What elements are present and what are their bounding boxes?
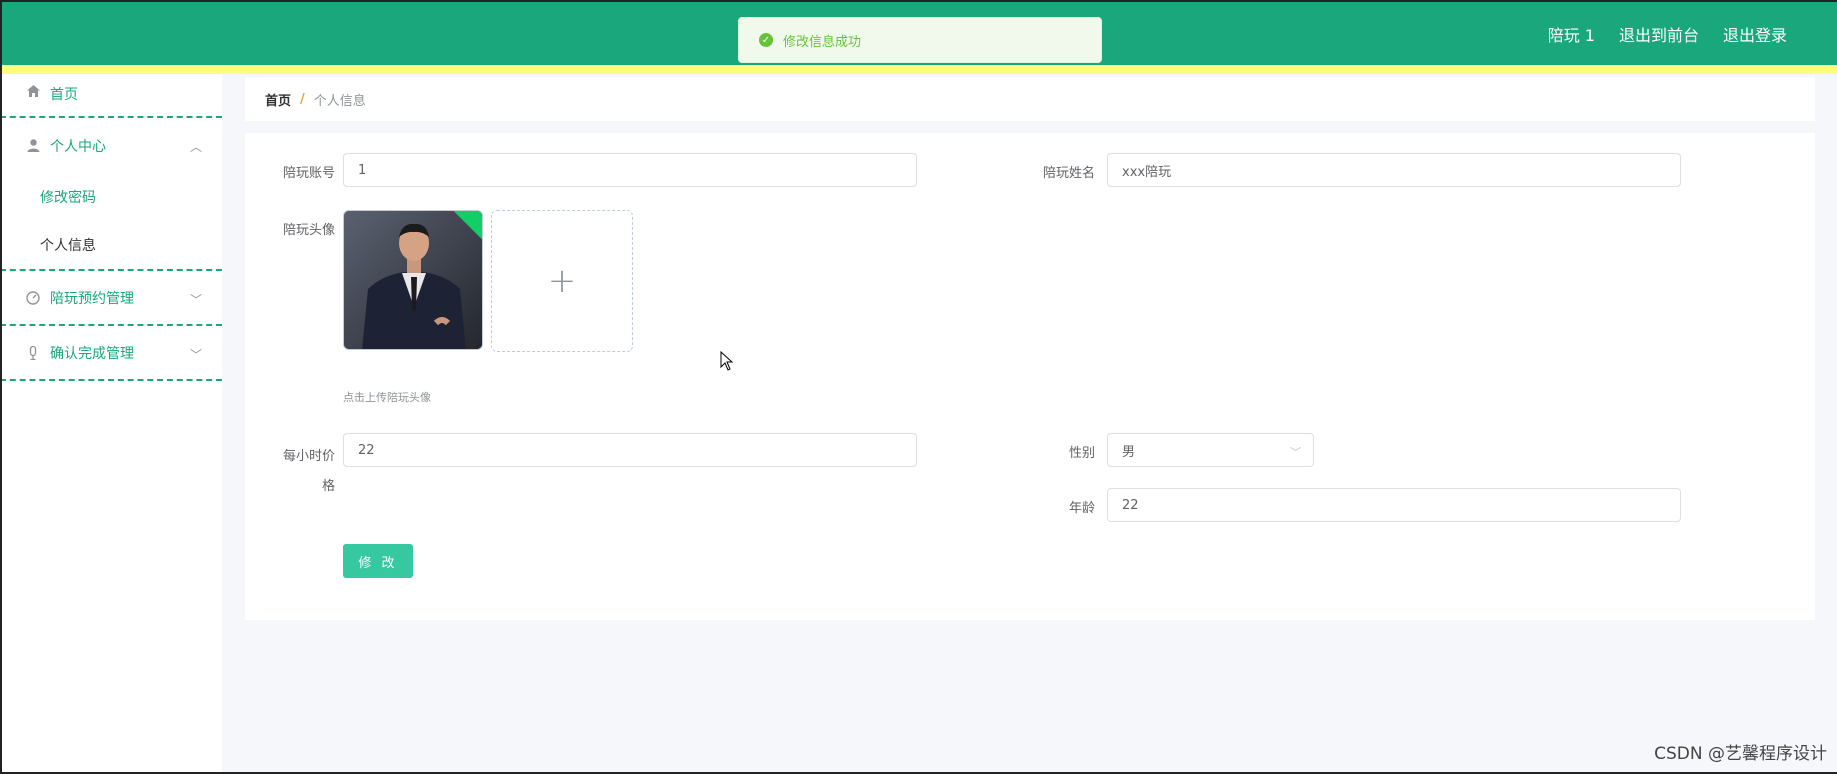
avatar-image[interactable]: ✓	[343, 210, 483, 350]
submit-button[interactable]: 修 改	[343, 544, 413, 578]
microphone-icon	[26, 345, 40, 360]
sidebar-item-confirm-management[interactable]: 确认完成管理 ﹀	[0, 326, 222, 381]
upload-tip: 点击上传陪玩头像	[343, 391, 431, 404]
breadcrumb-separator: /	[300, 91, 305, 107]
sidebar-item-personal-info[interactable]: 个人信息	[0, 221, 222, 269]
age-label: 年龄	[1068, 501, 1095, 516]
exit-to-front-link[interactable]: 退出到前台	[1619, 22, 1699, 46]
personal-center-submenu: 修改密码 个人信息	[0, 173, 222, 271]
home-icon	[26, 84, 40, 98]
price-input[interactable]: 22	[343, 433, 917, 467]
sidebar-item-home[interactable]: 首页	[0, 74, 222, 118]
name-label: 陪玩姓名	[1042, 166, 1095, 181]
gauge-icon	[26, 290, 40, 305]
sidebar-item-change-password[interactable]: 修改密码	[0, 173, 222, 221]
breadcrumb-current: 个人信息	[313, 93, 366, 109]
price-label-line: 格	[321, 479, 335, 494]
mouse-cursor-icon	[720, 351, 734, 371]
breadcrumb-home[interactable]: 首页	[265, 90, 291, 109]
breadcrumb: 首页 / 个人信息	[245, 77, 1815, 121]
sidebar-item-label: 陪玩预约管理	[50, 290, 134, 307]
gender-selected-value: 男	[1122, 444, 1136, 460]
sidebar-item-label: 确认完成管理	[50, 345, 134, 362]
age-input[interactable]: 22	[1107, 488, 1681, 522]
account-label: 陪玩账号	[282, 166, 335, 181]
header-stripe	[0, 65, 1837, 74]
name-input[interactable]: xxx陪玩	[1107, 153, 1681, 187]
avatar-label: 陪玩头像	[282, 223, 335, 238]
avatar-upload-button[interactable]: +	[491, 210, 633, 352]
toast-message: 修改信息成功	[783, 34, 862, 50]
avatar-photo	[344, 211, 482, 349]
logout-link[interactable]: 退出登录	[1723, 22, 1787, 46]
profile-form-panel: 陪玩账号 1 陪玩姓名 xxx陪玩 陪玩头像 ✓ + 点击上传陪玩头像 每小时	[245, 133, 1815, 620]
sidebar: 首页 个人中心 ︿ 修改密码 个人信息 陪玩预约管理 ﹀ 确认完成管理 ﹀	[0, 74, 222, 774]
watermark: CSDN @艺馨程序设计	[1654, 744, 1827, 764]
sidebar-item-personal-center[interactable]: 个人中心 ︿	[0, 118, 222, 173]
account-input[interactable]: 1	[343, 153, 917, 187]
chevron-up-icon: ︿	[189, 140, 202, 154]
header-links: 陪玩 1 退出到前台 退出登录	[1548, 22, 1787, 46]
user-icon	[26, 139, 40, 153]
current-user-label[interactable]: 陪玩 1	[1548, 22, 1595, 46]
sidebar-item-label: 个人中心	[50, 138, 106, 155]
price-label-line: 每小时价	[282, 449, 335, 464]
chevron-down-icon: ﹀	[189, 348, 202, 362]
gender-label: 性别	[1068, 446, 1095, 461]
check-circle-icon: ✓	[759, 33, 773, 47]
chevron-down-icon: ﹀	[189, 293, 202, 307]
chevron-down-icon: ﹀	[1290, 446, 1301, 459]
sidebar-item-label: 首页	[50, 87, 78, 103]
success-toast: ✓ 修改信息成功	[738, 17, 1102, 63]
price-label: 每小时价 格	[245, 442, 335, 502]
gender-select[interactable]: 男 ﹀	[1107, 433, 1314, 467]
plus-icon: +	[547, 261, 577, 301]
sidebar-item-booking-management[interactable]: 陪玩预约管理 ﹀	[0, 271, 222, 326]
